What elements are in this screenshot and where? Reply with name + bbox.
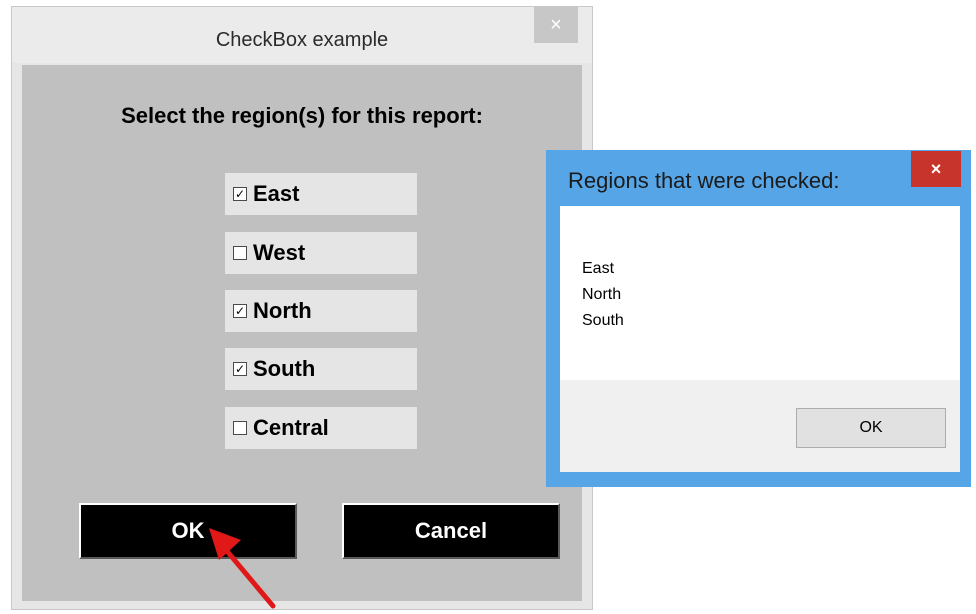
message-text: East North South [582,256,624,334]
checkbox-label: North [253,298,312,323]
dialog-client-area: Select the region(s) for this report: ✓ … [22,65,582,601]
dialog-title: CheckBox example [215,29,389,51]
checkbox-dialog: CheckBox example × Select the region(s) … [11,6,593,610]
checkbox-box[interactable] [233,421,247,435]
checkbox-box[interactable]: ✓ [233,362,247,376]
checkbox-box[interactable]: ✓ [233,187,247,201]
checkbox-label: Central [253,415,329,440]
checkbox-central[interactable]: Central [225,407,417,449]
check-mark-icon: ✓ [234,304,246,318]
checkbox-label: West [253,240,306,265]
close-button[interactable]: × [534,7,578,43]
cancel-button[interactable]: Cancel [342,503,560,559]
annotation-arrow-icon [209,528,276,609]
message-ok-button[interactable]: OK [796,408,946,448]
title-bar[interactable]: CheckBox example × [12,7,592,63]
checkbox-south[interactable]: ✓ South [225,348,417,390]
checkbox-box[interactable]: ✓ [233,304,247,318]
checkbox-east[interactable]: ✓ East [225,173,417,215]
message-box-title: Regions that were checked: [568,168,840,193]
message-close-button[interactable]: × [911,151,961,187]
check-mark-icon: ✓ [234,362,246,376]
close-icon: × [550,13,562,36]
check-mark-icon: ✓ [234,187,246,201]
checkbox-north[interactable]: ✓ North [225,290,417,332]
message-line: East [582,260,615,277]
checkbox-west[interactable]: West [225,232,417,274]
message-footer: OK [560,380,960,472]
prompt-label: Select the region(s) for this report: [121,103,483,128]
message-body: East North South [560,206,960,380]
message-box: Regions that were checked: × East North … [546,150,971,487]
message-line: North [582,286,622,303]
close-icon: × [930,158,942,179]
checkbox-box[interactable] [233,246,247,260]
checkbox-label: East [253,181,300,206]
checkbox-label: South [253,356,316,381]
message-line: South [582,312,624,329]
